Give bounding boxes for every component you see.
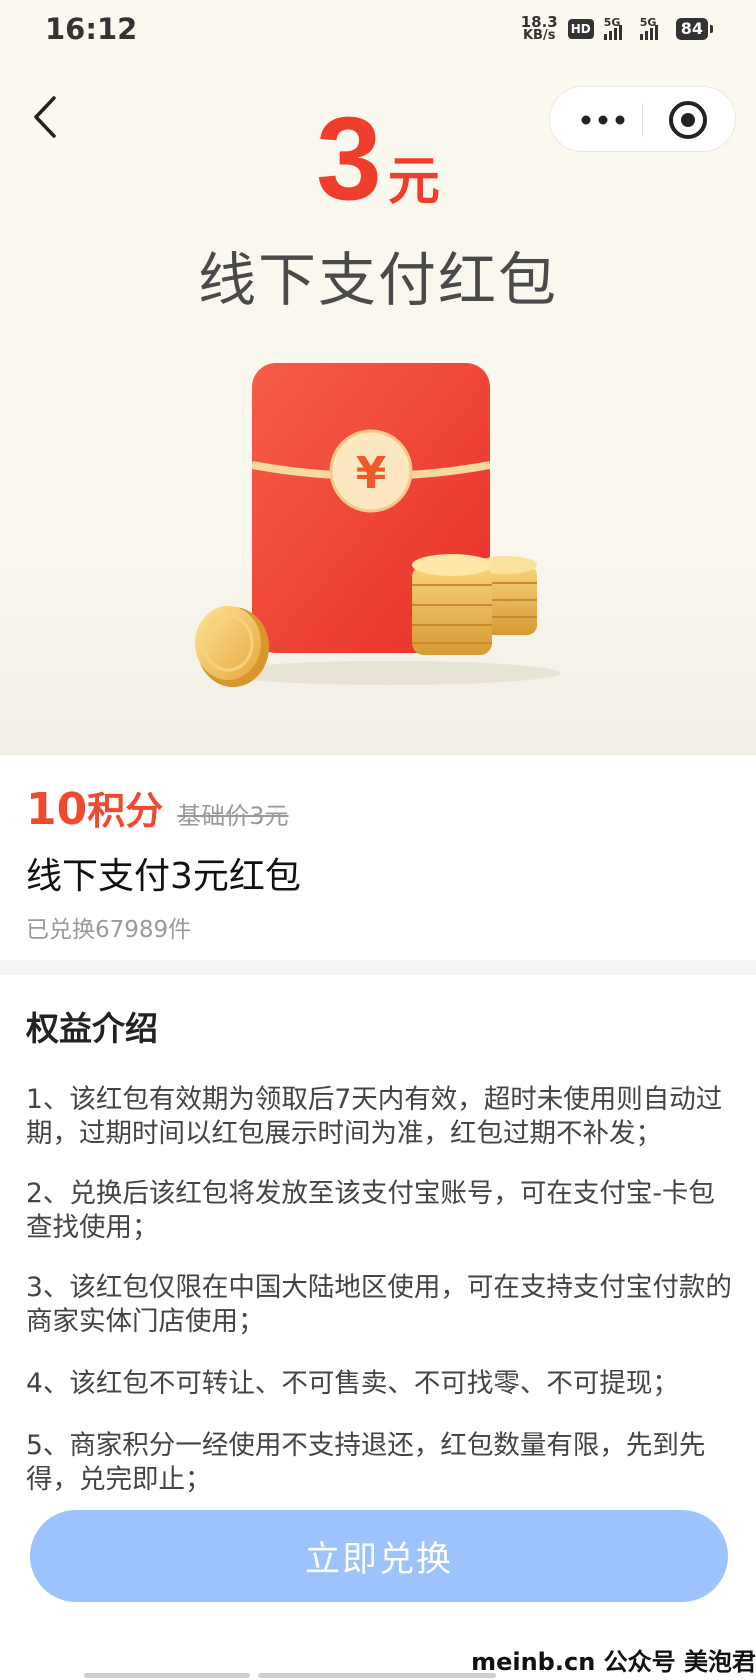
benefit-item: 5、商家积分一经使用不支持退还，红包数量有限，先到先得，兑完即止； bbox=[26, 1430, 706, 1495]
sim2-label: 5G bbox=[639, 16, 657, 29]
network-speed-unit: KB/s bbox=[522, 28, 556, 43]
benefits-title: 权益介绍 bbox=[26, 1009, 158, 1048]
amount-display: 3元 bbox=[0, 100, 756, 218]
watermark: meinb.cn 公众号 美泡君 bbox=[463, 1640, 756, 1679]
points-price: 10积分 bbox=[26, 780, 163, 835]
product-title: 线下支付3元红包 bbox=[26, 856, 301, 897]
benefit-item: 2、兑换后该红包将发放至该支付宝账号，可在支付宝-卡包查找使用； bbox=[26, 1178, 715, 1243]
redeemed-count: 已兑换67989件 bbox=[26, 917, 192, 943]
red-envelope-icon: ¥ bbox=[195, 363, 560, 687]
price-row: 10积分 基础价3元 bbox=[26, 780, 289, 835]
benefit-item: 1、该红包有效期为领取后7天内有效，超时未使用则自动过期，过期时间以红包展示时间… bbox=[26, 1084, 723, 1149]
amount-value: 3 bbox=[316, 93, 382, 225]
home-indicator bbox=[258, 1673, 496, 1678]
envelope-symbol: ¥ bbox=[356, 448, 387, 499]
benefit-item: 4、该红包不可转让、不可售卖、不可找零、不可提现； bbox=[26, 1368, 679, 1399]
hero-title: 线下支付红包 bbox=[197, 246, 558, 314]
network-speed: 18.3 KB/s bbox=[521, 15, 558, 43]
signal-icon: 5G bbox=[603, 16, 630, 40]
points-unit: 积分 bbox=[87, 789, 164, 833]
status-bar: 16:12 18.3 KB/s HD 5G 5G 84 bbox=[0, 0, 756, 62]
status-indicators: 18.3 KB/s HD 5G 5G 84 bbox=[521, 15, 714, 43]
redeem-button[interactable]: 立即兑换 bbox=[30, 1510, 728, 1602]
signal-icon: 5G bbox=[639, 16, 666, 40]
red-envelope-illustration: ¥ bbox=[190, 355, 570, 695]
amount-unit: 元 bbox=[387, 152, 440, 212]
hd-badge: HD bbox=[567, 19, 594, 39]
home-indicator bbox=[84, 1673, 250, 1678]
points-value: 10 bbox=[26, 784, 88, 835]
base-price: 基础价3元 bbox=[177, 802, 289, 830]
sim1-label: 5G bbox=[603, 16, 621, 29]
battery-icon: 84 bbox=[675, 18, 714, 40]
benefit-item: 3、该红包仅限在中国大陆地区使用，可在支持支付宝付款的商家实体门店使用； bbox=[26, 1272, 732, 1337]
status-time: 16:12 bbox=[45, 12, 138, 46]
